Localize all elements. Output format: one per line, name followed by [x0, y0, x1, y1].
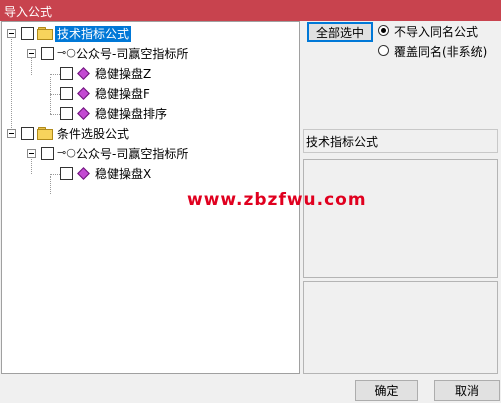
window-title: 导入公式 [4, 5, 53, 19]
tree-node-formula[interactable]: 稳健操盘X [2, 165, 299, 183]
folder-icon [37, 126, 53, 140]
formula-type-panel: 技术指标公式 [303, 129, 498, 153]
description-panel [303, 159, 498, 278]
key-icon: ⊸○ [57, 146, 76, 159]
info-panel [303, 281, 498, 374]
formula-type-text: 技术指标公式 [306, 135, 379, 149]
node-checkbox[interactable] [60, 107, 73, 120]
node-label[interactable]: 稳健操盘X [95, 166, 151, 182]
node-label[interactable]: 稳健操盘Z [95, 66, 151, 82]
skip-duplicate-radio[interactable] [378, 25, 389, 36]
collapse-toggle[interactable] [7, 29, 16, 38]
node-label[interactable]: 稳健操盘F [95, 86, 150, 102]
key-icon: ⊸○ [57, 46, 76, 59]
node-checkbox[interactable] [60, 87, 73, 100]
watermark-text: www.zbzfwu.com [187, 190, 367, 210]
node-checkbox[interactable] [60, 167, 73, 180]
tree-node-category[interactable]: 条件选股公式 [2, 125, 299, 143]
node-label[interactable]: 公众号-司赢空指标所 [76, 146, 188, 162]
tree-node-source[interactable]: ⊸○ 公众号-司赢空指标所 [2, 45, 299, 63]
node-checkbox[interactable] [21, 127, 34, 140]
diamond-icon [78, 108, 88, 118]
diamond-icon [78, 88, 88, 98]
overwrite-duplicate-radio[interactable] [378, 45, 389, 56]
ok-button[interactable]: 确定 [355, 380, 418, 401]
cancel-button[interactable]: 取消 [434, 380, 500, 401]
diamond-icon [78, 168, 88, 178]
overwrite-duplicate-label[interactable]: 覆盖同名(非系统) [394, 43, 487, 60]
tree-node-category[interactable]: 技术指标公式 [2, 25, 299, 43]
collapse-toggle[interactable] [27, 149, 36, 158]
tree-node-formula[interactable]: 稳健操盘Z [2, 65, 299, 83]
diamond-icon [78, 68, 88, 78]
node-checkbox[interactable] [41, 47, 54, 60]
node-label[interactable]: 条件选股公式 [57, 126, 129, 142]
node-label[interactable]: 技术指标公式 [55, 26, 132, 42]
node-label[interactable]: 公众号-司赢空指标所 [76, 46, 188, 62]
node-label[interactable]: 稳健操盘排序 [95, 106, 167, 122]
skip-duplicate-label[interactable]: 不导入同名公式 [394, 23, 478, 40]
node-checkbox[interactable] [21, 27, 34, 40]
select-all-button[interactable]: 全部选中 [307, 22, 373, 42]
node-checkbox[interactable] [60, 67, 73, 80]
collapse-toggle[interactable] [27, 49, 36, 58]
node-checkbox[interactable] [41, 147, 54, 160]
title-bar: 导入公式 [0, 0, 501, 21]
collapse-toggle[interactable] [7, 129, 16, 138]
folder-icon [37, 26, 53, 40]
tree-node-source[interactable]: ⊸○ 公众号-司赢空指标所 [2, 145, 299, 163]
tree-node-formula[interactable]: 稳健操盘F [2, 85, 299, 103]
tree-node-formula[interactable]: 稳健操盘排序 [2, 105, 299, 123]
